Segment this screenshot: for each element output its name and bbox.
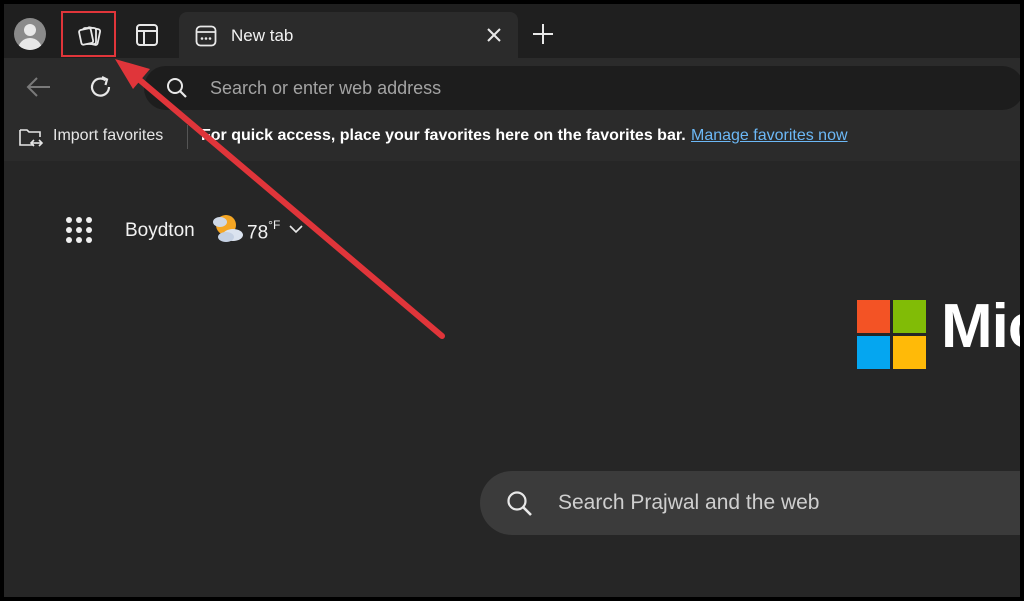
app-launcher-dot <box>66 237 72 243</box>
favorites-bar: Import favorites For quick access, place… <box>4 113 1020 161</box>
temperature-value: 78 <box>247 222 269 244</box>
favorites-divider <box>187 125 188 149</box>
partly-cloudy-icon <box>213 215 243 242</box>
app-launcher-dot <box>76 237 82 243</box>
logo-square-blue <box>857 336 890 369</box>
workspaces-button[interactable] <box>61 11 116 57</box>
close-tab-icon[interactable] <box>484 25 504 45</box>
chevron-down-icon[interactable] <box>288 223 304 235</box>
weather-temperature[interactable]: 78°F <box>247 218 281 244</box>
new-tab-page-icon <box>195 25 217 47</box>
web-search-placeholder: Search Prajwal and the web <box>558 491 820 514</box>
manage-favorites-link[interactable]: Manage favorites now <box>691 127 848 145</box>
profile-avatar[interactable] <box>14 18 46 50</box>
back-arrow-icon <box>26 77 50 97</box>
search-icon <box>167 78 187 98</box>
workspaces-icon <box>78 26 102 46</box>
app-launcher-dot <box>86 237 92 243</box>
tab-title: New tab <box>231 26 294 45</box>
app-launcher-dot <box>76 217 82 223</box>
reload-icon <box>90 76 111 97</box>
plus-icon <box>533 24 553 44</box>
back-button[interactable] <box>24 72 54 102</box>
tab-new-tab[interactable]: New tab <box>179 12 518 58</box>
vertical-tabs-button[interactable] <box>132 20 162 50</box>
import-favorites-button[interactable]: Import favorites <box>53 127 163 145</box>
address-placeholder: Search or enter web address <box>210 78 442 98</box>
logo-square-green <box>893 300 926 333</box>
app-launcher-dot <box>86 227 92 233</box>
reload-button[interactable] <box>86 72 116 102</box>
search-icon <box>507 491 532 516</box>
address-bar[interactable]: Search or enter web address <box>144 66 1020 110</box>
favorites-bar-message: For quick access, place your favorites h… <box>201 127 686 144</box>
import-favorites-icon[interactable] <box>18 125 44 149</box>
browser-window: New tab Search or enter web address Impo… <box>4 4 1020 597</box>
app-launcher-dot <box>66 217 72 223</box>
temperature-unit: °F <box>268 218 281 232</box>
new-tab-button[interactable] <box>530 21 556 47</box>
navigation-toolbar: Search or enter web address <box>4 58 1020 113</box>
app-launcher-dot <box>66 227 72 233</box>
avatar-body <box>18 38 42 50</box>
logo-square-yellow <box>893 336 926 369</box>
avatar-head <box>24 24 36 36</box>
logo-square-red <box>857 300 890 333</box>
microsoft-logo <box>857 300 927 370</box>
vertical-tabs-icon <box>136 24 158 46</box>
new-tab-page: Boydton 78°F Mic Search Prajwal and the … <box>4 161 1020 597</box>
microsoft-wordmark: Mic <box>941 292 1020 361</box>
app-launcher-dot <box>86 217 92 223</box>
app-launcher-dot <box>76 227 82 233</box>
weather-location[interactable]: Boydton <box>125 220 195 242</box>
tab-strip: New tab <box>4 4 1020 58</box>
web-search-box[interactable]: Search Prajwal and the web <box>480 471 1020 535</box>
app-launcher-button[interactable] <box>64 215 94 245</box>
